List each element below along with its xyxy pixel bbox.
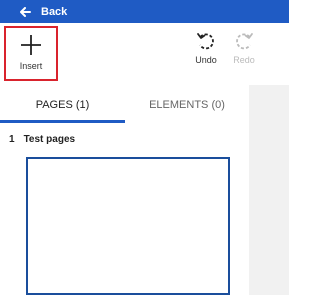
- active-tab-indicator: [0, 120, 125, 123]
- plus-icon: [20, 28, 42, 56]
- tab-pages[interactable]: PAGES (1): [0, 90, 125, 120]
- redo-button[interactable]: Redo: [229, 31, 259, 65]
- panel-tabs: PAGES (1) ELEMENTS (0): [0, 90, 249, 124]
- toolbar: Insert Undo Redo: [0, 23, 289, 85]
- back-button[interactable]: Back: [20, 0, 67, 23]
- canvas-area: [249, 85, 289, 295]
- page-number: 1: [9, 134, 15, 145]
- redo-icon: [234, 31, 254, 51]
- page-header: 1 Test pages: [9, 134, 75, 145]
- undo-label: Undo: [195, 55, 217, 65]
- back-label: Back: [41, 5, 68, 18]
- undo-button[interactable]: Undo: [191, 31, 221, 65]
- insert-label: Insert: [19, 61, 43, 71]
- page-thumbnail[interactable]: [26, 157, 230, 295]
- tab-elements[interactable]: ELEMENTS (0): [125, 90, 249, 120]
- arrow-left-icon: [20, 6, 31, 17]
- page-title[interactable]: Test pages: [24, 134, 76, 145]
- redo-label: Redo: [233, 55, 255, 65]
- undo-icon: [196, 31, 216, 51]
- insert-button[interactable]: Insert: [4, 26, 58, 81]
- top-bar: Back: [0, 0, 289, 23]
